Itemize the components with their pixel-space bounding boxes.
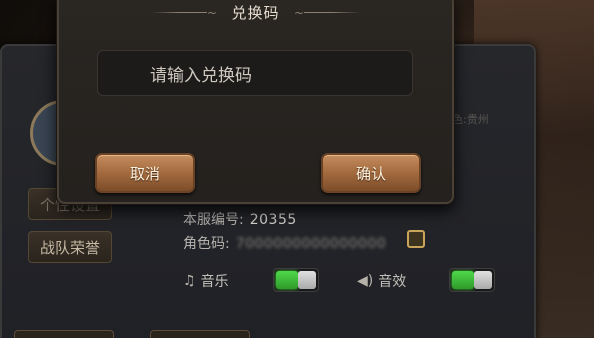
redeem-code-input[interactable]: 请输入兑换码 (97, 50, 413, 96)
music-label: 音乐 (200, 274, 229, 290)
server-number-value: 20355 (249, 212, 297, 228)
sfx-label: 音效 (378, 274, 407, 290)
toggle-knob (298, 271, 316, 289)
music-note-icon: ♫ (183, 273, 196, 289)
toggle-knob (474, 271, 492, 289)
toggle-on-indicator (452, 271, 474, 289)
copy-icon[interactable] (407, 230, 425, 248)
game-background: 色:贵州 个性设置 战队荣誉 本服编号: 20355 角色码: 7000000000… (0, 0, 594, 338)
music-setting: ♫ 音乐 (183, 271, 229, 291)
input-placeholder: 请输入兑换码 (150, 65, 252, 86)
cancel-button[interactable]: 取消 (95, 153, 195, 193)
sfx-setting: ◀) 音效 (357, 271, 406, 291)
role-code-value: 7000000000000000 (235, 236, 387, 252)
role-code-row: 角色码: 7000000000000000 (183, 233, 386, 253)
region-text: 色:贵州 (452, 113, 489, 126)
sfx-toggle[interactable] (449, 268, 495, 292)
confirm-button[interactable]: 确认 (321, 153, 421, 193)
server-number-row: 本服编号: 20355 (183, 209, 297, 229)
server-number-label: 本服编号: (183, 212, 244, 228)
team-honor-button[interactable]: 战队荣誉 (28, 231, 112, 263)
dialog-title: 兑换码 (231, 4, 280, 22)
bottom-button-right[interactable] (150, 330, 250, 338)
redeem-code-dialog: ~ ~ 兑换码 请输入兑换码 取消 确认 (57, 0, 454, 204)
bottom-button-left[interactable] (14, 330, 114, 338)
toggle-on-indicator (276, 271, 298, 289)
music-toggle[interactable] (273, 268, 319, 292)
role-code-label: 角色码: (183, 236, 230, 252)
speaker-icon: ◀) (357, 273, 374, 289)
